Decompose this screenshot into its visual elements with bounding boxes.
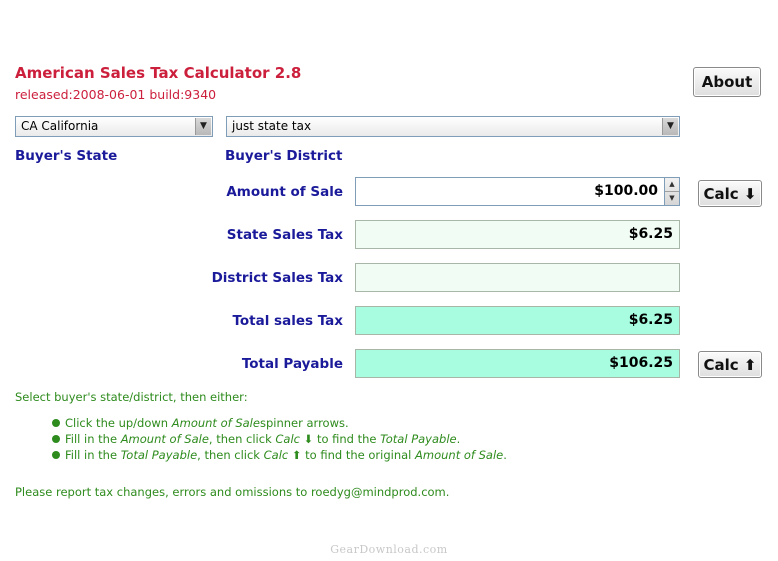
bullet-icon: [52, 435, 60, 443]
spinner-down-icon[interactable]: ▼: [665, 191, 679, 205]
calc-down-button[interactable]: Calc ⬇: [698, 180, 762, 207]
instruction-item: Fill in the Total Payable, then click Ca…: [52, 448, 507, 462]
buyer-state-value: CA California: [21, 119, 99, 133]
buyer-district-select[interactable]: just state tax ▼: [226, 116, 680, 137]
spinner-up-icon[interactable]: ▲: [665, 178, 679, 191]
app-version: released:2008-06-01 build:9340: [15, 87, 217, 102]
watermark: GearDownload.com: [330, 543, 448, 556]
report-text: Please report tax changes, errors and om…: [15, 485, 450, 499]
bullet-icon: [52, 451, 60, 459]
instructions-heading: Select buyer's state/district, then eith…: [15, 390, 248, 404]
bullet-icon: [52, 419, 60, 427]
total-payable-label: Total Payable: [241, 356, 343, 372]
total-sales-tax-field: $6.25: [355, 306, 680, 335]
amount-spinner[interactable]: ▲ ▼: [664, 177, 680, 206]
buyer-state-select[interactable]: CA California ▼: [15, 116, 213, 137]
buyer-state-label: Buyer's State: [15, 148, 118, 164]
state-sales-tax-label: State Sales Tax: [226, 227, 343, 243]
total-payable-input[interactable]: $106.25: [355, 349, 680, 378]
instruction-item: Fill in the Amount of Sale, then click C…: [52, 432, 460, 446]
instruction-item: Click the up/down Amount of Sale spinner…: [52, 416, 349, 430]
amount-of-sale-input[interactable]: $100.00: [355, 177, 665, 206]
about-button[interactable]: About: [693, 67, 761, 97]
calc-up-button[interactable]: Calc ⬆: [698, 351, 762, 378]
chevron-down-icon[interactable]: ▼: [662, 118, 678, 135]
buyer-district-label: Buyer's District: [225, 148, 343, 164]
buyer-district-value: just state tax: [232, 119, 312, 133]
amount-of-sale-label: Amount of Sale: [226, 184, 343, 200]
chevron-down-icon[interactable]: ▼: [195, 118, 211, 135]
district-sales-tax-label: District Sales Tax: [211, 270, 343, 286]
total-sales-tax-label: Total sales Tax: [232, 313, 343, 329]
app-title: American Sales Tax Calculator 2.8: [15, 64, 302, 82]
district-sales-tax-field: [355, 263, 680, 292]
state-sales-tax-field: $6.25: [355, 220, 680, 249]
